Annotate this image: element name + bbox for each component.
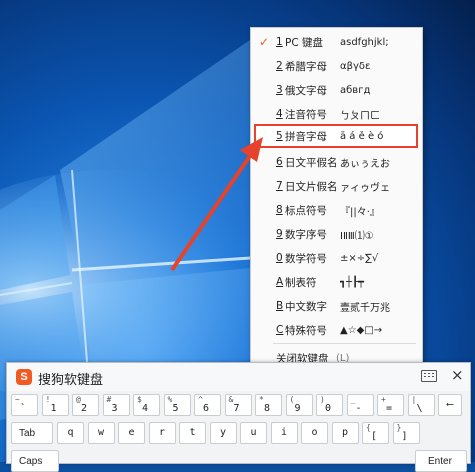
tab-key[interactable]: Tab	[11, 422, 53, 444]
key-label: i	[280, 427, 288, 438]
key-4[interactable]: $4	[133, 394, 160, 416]
keyboard-title-bar[interactable]: S 搜狗软键盘 ×	[7, 363, 470, 391]
key-label: e	[128, 427, 135, 438]
close-icon[interactable]: ×	[451, 366, 464, 384]
key-label: 7	[233, 403, 240, 414]
key-1[interactable]: ! 1	[41, 394, 69, 416]
key-p[interactable]: p	[331, 422, 359, 444]
key-label: q	[67, 427, 74, 438]
key-label: 2	[81, 403, 88, 414]
key-label: p	[341, 427, 349, 438]
key-label: 3	[111, 403, 118, 414]
key-label: u	[250, 427, 257, 438]
key-0[interactable]: ) 0	[316, 394, 343, 416]
key-label: `	[20, 403, 27, 414]
key-label: t	[189, 427, 196, 438]
key-e[interactable]: e	[118, 422, 145, 444]
caps-key[interactable]: Caps	[11, 450, 59, 472]
soft-keyboard-window: S 搜狗软键盘 × Caps Enter ~ `! 1 @2 #3 $4% 5 ^ 6 & 7 * 8(…	[6, 362, 471, 472]
key-label: 1	[50, 403, 57, 414]
key-6[interactable]: ^ 6	[194, 394, 221, 416]
key-label: 9	[294, 403, 301, 414]
key-label: ]	[401, 431, 408, 442]
key-y[interactable]: y	[209, 422, 237, 444]
key-label: \	[416, 403, 423, 414]
key-label: 8	[264, 403, 271, 414]
key-label: o	[311, 427, 318, 438]
keyboard-layout-icon[interactable]	[421, 370, 437, 382]
key-w[interactable]: w	[87, 422, 115, 444]
key-8[interactable]: * 8	[255, 394, 282, 416]
key-u[interactable]: u	[240, 422, 267, 444]
key-3[interactable]: #3	[102, 394, 130, 416]
key-label: w	[97, 427, 105, 438]
key-q[interactable]: q	[57, 422, 84, 444]
key-=[interactable]: + =	[377, 394, 404, 416]
key--[interactable]: _ -	[346, 394, 374, 416]
key-label: Tab	[19, 428, 36, 439]
key-label: 4	[142, 403, 149, 414]
key-2[interactable]: @2	[72, 394, 99, 416]
key-9[interactable]: (9	[285, 394, 313, 416]
key-label: [	[371, 431, 378, 442]
key-label: 6	[203, 403, 210, 414]
enter-key[interactable]: Enter	[415, 450, 467, 472]
key-r[interactable]: r	[148, 422, 176, 444]
key-7[interactable]: & 7	[224, 394, 252, 416]
key-5[interactable]: % 5	[163, 394, 191, 416]
key-`[interactable]: ~ `	[11, 394, 38, 416]
key-\[interactable]: | \	[407, 394, 435, 416]
backspace-key[interactable]: ⟵	[438, 394, 462, 416]
key-label: ⟵	[446, 399, 454, 410]
keyboard-title: 搜狗软键盘	[38, 373, 104, 388]
key-label: 0	[325, 403, 332, 414]
key-[[interactable]: {[	[362, 422, 389, 444]
sogou-logo-icon: S	[16, 369, 32, 385]
key-label: -	[355, 403, 362, 414]
key-label: y	[219, 427, 227, 438]
key-i[interactable]: i	[270, 422, 298, 444]
key-label: =	[386, 403, 393, 414]
key-t[interactable]: t	[179, 422, 206, 444]
key-][interactable]: }]	[392, 422, 420, 444]
key-label: 5	[172, 403, 179, 414]
key-label: r	[158, 427, 166, 438]
key-o[interactable]: o	[301, 422, 328, 444]
